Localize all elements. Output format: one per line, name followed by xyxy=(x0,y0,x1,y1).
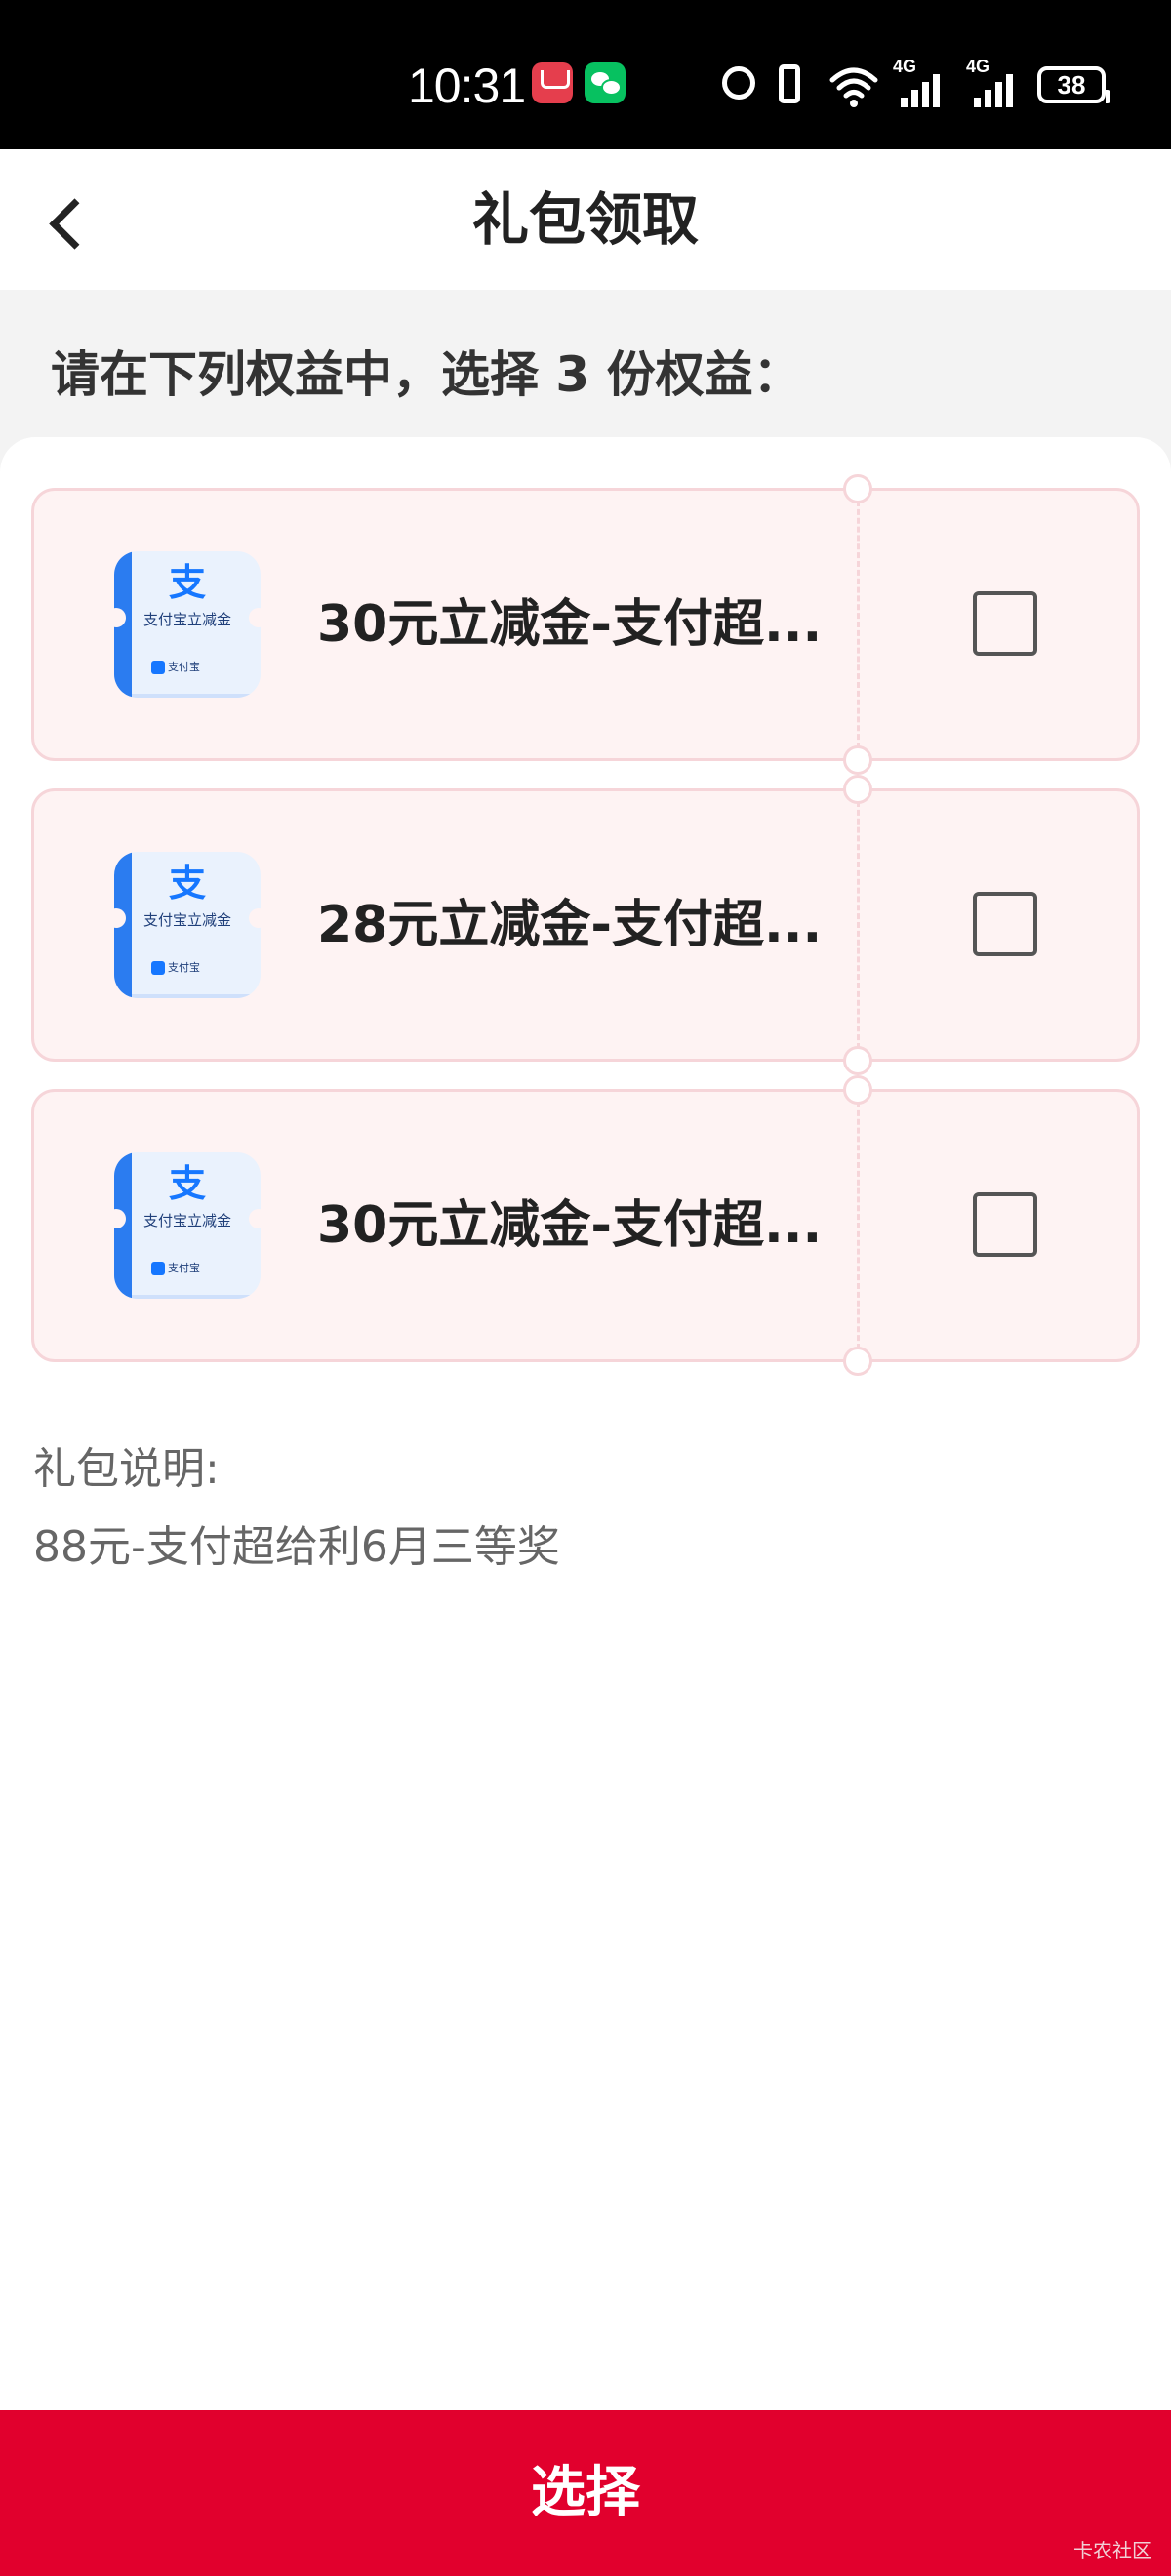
cellular-signal-icon: 4G xyxy=(966,57,1027,111)
coupon-image-caption: 支付宝立减金 xyxy=(142,611,231,628)
alarm-icon xyxy=(722,66,755,100)
coupon-image-brand: 支付宝 xyxy=(168,961,200,974)
coupon-image-caption: 支付宝立减金 xyxy=(142,1212,231,1229)
description-text: 88元-支付超给利6月三等奖 xyxy=(33,1522,560,1572)
app-gallery-icon xyxy=(532,62,573,103)
coupon-checkbox[interactable] xyxy=(973,591,1037,656)
alipay-coupon-image: 支 支付宝立减金 支付宝 xyxy=(114,551,261,698)
instruction-text: 请在下列权益中，选择 3 份权益： xyxy=(51,346,802,403)
vibrate-icon xyxy=(779,64,800,103)
watermark: 卡农社区 xyxy=(1073,2539,1151,2562)
coupon-checkbox[interactable] xyxy=(973,892,1037,956)
coupon-image-brand: 支付宝 xyxy=(168,1262,200,1274)
alipay-coupon-image: 支 支付宝立减金 支付宝 xyxy=(114,1152,261,1299)
select-button[interactable]: 选择 xyxy=(0,2410,1171,2576)
description-label: 礼包说明: xyxy=(33,1444,220,1494)
coupon-card[interactable]: 支 支付宝立减金 支付宝 30元立减金-支付超... xyxy=(31,474,1140,775)
status-bar: 10:31 4G 4G 38 xyxy=(0,0,1171,149)
coupon-image-brand: 支付宝 xyxy=(168,661,200,673)
coupon-card[interactable]: 支 支付宝立减金 支付宝 28元立减金-支付超... xyxy=(31,775,1140,1075)
alipay-logo-icon: 支 xyxy=(168,862,206,905)
status-time: 10:31 xyxy=(408,59,526,113)
wifi-icon xyxy=(829,67,878,107)
wechat-icon xyxy=(585,62,626,103)
battery-icon: 38 xyxy=(1037,66,1110,103)
alipay-logo-icon: 支 xyxy=(168,1162,206,1205)
cellular-signal-icon: 4G xyxy=(893,57,953,111)
alipay-logo-icon: 支 xyxy=(168,561,206,604)
alipay-coupon-image: 支 支付宝立减金 支付宝 xyxy=(114,852,261,998)
battery-level: 38 xyxy=(1057,70,1086,100)
page-title: 礼包领取 xyxy=(471,186,699,253)
nav-bar: 礼包领取 xyxy=(0,149,1171,290)
coupon-card[interactable]: 支 支付宝立减金 支付宝 30元立减金-支付超... xyxy=(31,1075,1140,1376)
coupon-title: 28元立减金-支付超... xyxy=(317,896,823,954)
coupon-title: 30元立减金-支付超... xyxy=(317,1196,823,1255)
coupon-image-caption: 支付宝立减金 xyxy=(142,911,231,929)
coupon-title: 30元立减金-支付超... xyxy=(317,595,823,654)
coupon-checkbox[interactable] xyxy=(973,1192,1037,1257)
